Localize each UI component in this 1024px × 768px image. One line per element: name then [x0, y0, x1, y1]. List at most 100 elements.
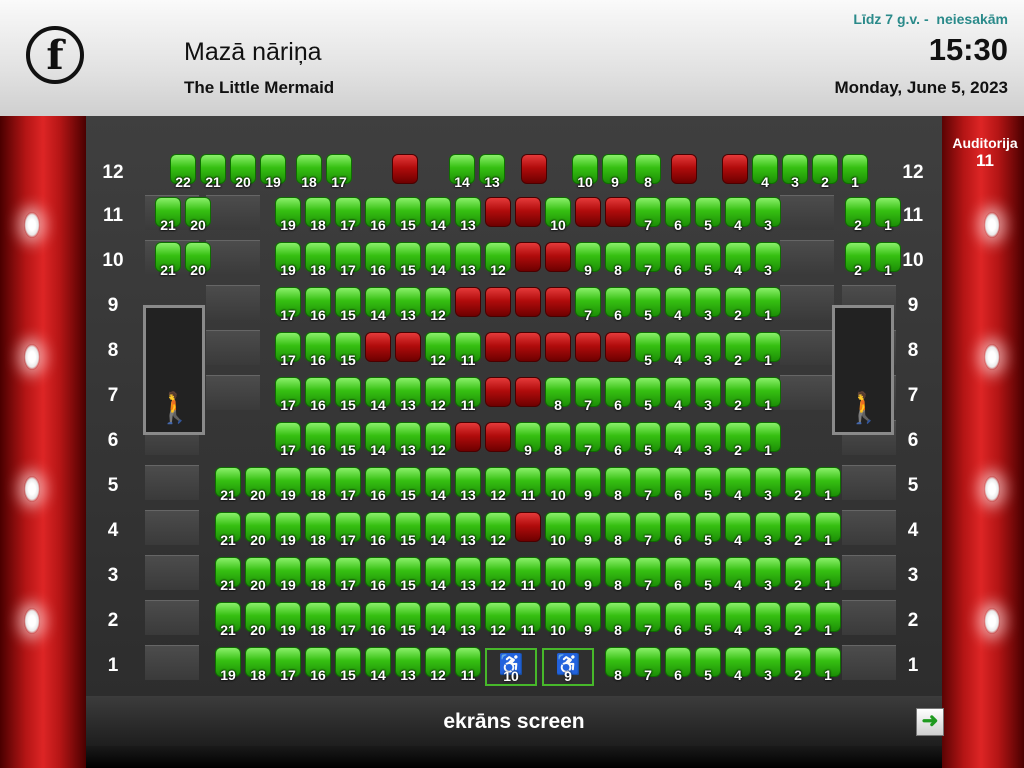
seat-available[interactable]: 15 [395, 197, 421, 235]
seat-available[interactable]: 22 [170, 154, 196, 192]
seat-available[interactable]: 7 [575, 377, 601, 415]
seat-available[interactable]: 17 [275, 377, 301, 415]
seat-available[interactable]: 21 [155, 242, 181, 280]
seat-available[interactable]: 18 [305, 467, 331, 505]
seat-available[interactable]: 6 [665, 602, 691, 640]
seat-available[interactable]: 9 [575, 242, 601, 280]
seat-available[interactable]: 14 [365, 422, 391, 460]
seat-available[interactable]: 6 [665, 197, 691, 235]
seat-available[interactable]: 3 [755, 602, 781, 640]
seat-available[interactable]: 2 [845, 242, 871, 280]
seat-available[interactable]: 14 [425, 467, 451, 505]
seat-available[interactable]: 1 [875, 197, 901, 235]
seat-available[interactable]: 18 [305, 512, 331, 550]
seat-available[interactable]: 16 [305, 332, 331, 370]
seat-available[interactable]: 13 [455, 197, 481, 235]
next-button[interactable]: ➜ [916, 708, 944, 736]
seat-available[interactable]: 6 [665, 647, 691, 685]
seat-available[interactable]: 1 [815, 467, 841, 505]
seat-available[interactable]: 16 [365, 602, 391, 640]
seat-available[interactable]: 17 [275, 287, 301, 325]
seat-available[interactable]: 4 [665, 377, 691, 415]
seat-available[interactable]: 16 [365, 557, 391, 595]
seat-available[interactable]: 19 [275, 557, 301, 595]
seat-available[interactable]: 3 [755, 242, 781, 280]
seat-available[interactable]: 17 [335, 557, 361, 595]
seat-available[interactable]: 14 [365, 377, 391, 415]
seat-available[interactable]: 9 [602, 154, 628, 192]
seat-available[interactable]: 18 [305, 602, 331, 640]
seat-available[interactable]: 14 [425, 512, 451, 550]
seat-available[interactable]: 7 [575, 422, 601, 460]
seat-available[interactable]: 21 [155, 197, 181, 235]
seat-available[interactable]: 15 [395, 467, 421, 505]
seat-available[interactable]: 12 [425, 287, 451, 325]
seat-available[interactable]: 5 [635, 377, 661, 415]
seat-available[interactable]: 3 [755, 197, 781, 235]
seat-available[interactable]: 14 [425, 197, 451, 235]
seat-available[interactable]: 3 [695, 422, 721, 460]
seat-available[interactable]: 5 [635, 287, 661, 325]
seat-available[interactable]: 14 [425, 557, 451, 595]
seat-available[interactable]: 16 [305, 647, 331, 685]
seat-available[interactable]: 17 [335, 197, 361, 235]
seat-available[interactable]: 14 [365, 287, 391, 325]
seat-available[interactable]: 2 [785, 512, 811, 550]
seat-available[interactable]: 9 [575, 512, 601, 550]
seat-available[interactable]: 4 [725, 197, 751, 235]
seat-available[interactable]: 4 [725, 242, 751, 280]
seat-available[interactable]: 14 [425, 242, 451, 280]
seat-available[interactable]: 15 [335, 332, 361, 370]
seat-available[interactable]: 19 [275, 467, 301, 505]
seat-available[interactable]: 5 [695, 242, 721, 280]
seat-available[interactable]: 15 [335, 647, 361, 685]
seat-available[interactable]: 13 [455, 467, 481, 505]
seat-available[interactable]: 12 [485, 242, 511, 280]
seat-available[interactable]: 21 [215, 602, 241, 640]
seat-available[interactable]: 5 [695, 512, 721, 550]
seat-available[interactable]: 8 [605, 242, 631, 280]
seat-available[interactable]: 16 [305, 422, 331, 460]
seat-available[interactable]: 13 [455, 602, 481, 640]
seat-available[interactable]: 5 [635, 332, 661, 370]
seat-available[interactable]: 4 [665, 422, 691, 460]
seat-available[interactable]: 6 [605, 377, 631, 415]
seat-available[interactable]: 12 [425, 332, 451, 370]
seat-available[interactable]: 19 [275, 602, 301, 640]
seat-available[interactable]: 11 [515, 557, 541, 595]
seat-available[interactable]: 13 [395, 647, 421, 685]
wheelchair-seat[interactable]: ♿ 9 [542, 648, 594, 686]
seat-available[interactable]: 2 [725, 377, 751, 415]
seat-available[interactable]: 7 [635, 602, 661, 640]
seat-available[interactable]: 12 [485, 512, 511, 550]
seat-available[interactable]: 15 [335, 422, 361, 460]
seat-available[interactable]: 8 [605, 467, 631, 505]
seat-available[interactable]: 4 [725, 557, 751, 595]
seat-available[interactable]: 15 [395, 602, 421, 640]
seat-available[interactable]: 19 [260, 154, 286, 192]
seat-available[interactable]: 7 [635, 242, 661, 280]
seat-available[interactable]: 8 [545, 377, 571, 415]
seat-available[interactable]: 1 [755, 377, 781, 415]
seat-available[interactable]: 8 [605, 512, 631, 550]
seat-available[interactable]: 17 [335, 467, 361, 505]
seat-available[interactable]: 1 [815, 647, 841, 685]
seat-available[interactable]: 20 [230, 154, 256, 192]
seat-available[interactable]: 8 [545, 422, 571, 460]
seat-available[interactable]: 18 [305, 557, 331, 595]
seat-available[interactable]: 1 [815, 557, 841, 595]
seat-available[interactable]: 8 [605, 647, 631, 685]
seat-available[interactable]: 19 [275, 197, 301, 235]
seat-available[interactable]: 3 [695, 377, 721, 415]
seat-available[interactable]: 16 [305, 377, 331, 415]
seat-available[interactable]: 5 [695, 197, 721, 235]
seat-available[interactable]: 6 [665, 557, 691, 595]
seat-available[interactable]: 2 [785, 557, 811, 595]
seat-available[interactable]: 16 [305, 287, 331, 325]
seat-available[interactable]: 9 [515, 422, 541, 460]
seat-available[interactable]: 2 [785, 602, 811, 640]
seat-available[interactable]: 5 [695, 557, 721, 595]
seat-available[interactable]: 15 [335, 377, 361, 415]
seat-available[interactable]: 11 [455, 647, 481, 685]
seat-available[interactable]: 11 [455, 377, 481, 415]
